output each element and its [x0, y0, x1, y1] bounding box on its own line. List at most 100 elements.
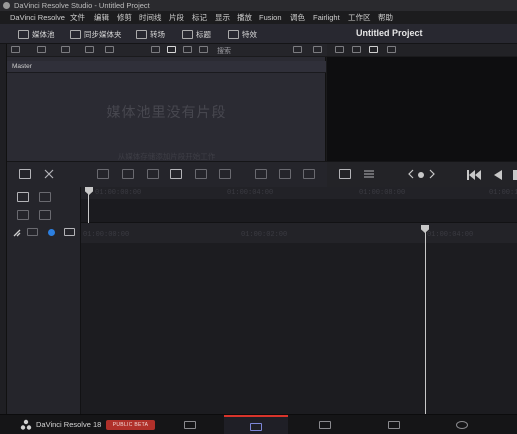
sync-bin-icon [70, 29, 81, 39]
go-to-start-icon[interactable] [467, 170, 481, 182]
media-pool-label: 媒体池 [32, 29, 55, 39]
insert-clip-icon[interactable] [97, 169, 109, 179]
media-pool-toolbar: 搜索 [7, 44, 327, 56]
fusion-page-icon [388, 421, 400, 429]
lock-track-icon[interactable] [39, 210, 51, 220]
menu-trim[interactable]: 修剪 [117, 11, 132, 24]
menu-edit[interactable]: 编辑 [94, 11, 109, 24]
place-on-top-icon[interactable] [195, 169, 207, 179]
sync-bin-button[interactable]: 同步媒体夹 [70, 27, 122, 41]
search-label[interactable]: 搜索 [217, 46, 231, 56]
timecode-label: 01:00:02:00 [241, 231, 288, 239]
link-clips-icon[interactable] [17, 210, 29, 220]
replace-clip-icon[interactable] [147, 169, 159, 179]
timeline-options-icon[interactable] [19, 169, 31, 179]
next-marker-icon[interactable] [428, 169, 436, 181]
timeline-detail-tracks[interactable] [81, 243, 517, 414]
ripple-overwrite-icon[interactable] [219, 169, 231, 179]
timecode-label: 01:00:00:00 [95, 189, 142, 197]
viewer-mode-icon[interactable] [335, 46, 344, 53]
viewer-options-icon[interactable] [387, 46, 396, 53]
detail-playhead[interactable] [425, 231, 426, 414]
append-icon[interactable] [279, 169, 291, 179]
menu-clip[interactable]: 片段 [169, 11, 184, 24]
bin-list-icon[interactable] [37, 46, 46, 53]
tab-media[interactable] [158, 415, 222, 434]
menu-file[interactable]: 文件 [70, 11, 85, 24]
edit-page-icon [319, 421, 331, 429]
main-toolbar: 媒体池 同步媒体夹 转场 标题 特效 Untitled Project [0, 24, 517, 44]
previous-marker-icon[interactable] [407, 169, 415, 181]
auto-select-icon[interactable] [39, 192, 51, 202]
bin-header[interactable]: Master [7, 61, 326, 73]
titles-label: 标题 [196, 29, 211, 39]
menu-mark[interactable]: 标记 [192, 11, 207, 24]
options-icon[interactable] [313, 46, 322, 53]
playback-mode-icon[interactable] [339, 169, 351, 179]
menu-view[interactable]: 显示 [215, 11, 230, 24]
window-title: DaVinci Resolve Studio - Untitled Projec… [14, 1, 150, 10]
media-pool-button[interactable]: 媒体池 [18, 27, 55, 41]
smart-bin-icon[interactable] [85, 46, 94, 53]
thumbnail-view-icon[interactable] [167, 46, 176, 53]
menu-playback[interactable]: 播放 [237, 11, 252, 24]
timeline-detail-ruler[interactable]: 01:00:00:00 01:00:02:00 01:00:04:00 [81, 223, 517, 243]
fit-to-fill-icon[interactable] [170, 169, 182, 179]
timecode-label: 01:00:04:00 [227, 189, 274, 197]
sync-bin-label: 同步媒体夹 [84, 29, 122, 39]
menu-workspace[interactable]: 工作区 [348, 11, 371, 24]
menu-help[interactable]: 帮助 [378, 11, 393, 24]
snapping-icon[interactable] [12, 228, 22, 240]
edit-controls-strip [7, 161, 327, 187]
filmstrip-view-icon[interactable] [183, 46, 192, 53]
timecode-label: 01:00:08:00 [359, 189, 406, 197]
power-bin-icon[interactable] [105, 46, 114, 53]
viewer-fullscreen-icon[interactable] [369, 46, 378, 53]
close-up-icon[interactable] [255, 169, 267, 179]
transitions-button[interactable]: 转场 [136, 27, 165, 41]
sort-icon[interactable] [293, 46, 302, 53]
public-beta-badge: PUBLIC BETA [106, 420, 155, 430]
timeline-track-header [7, 187, 81, 414]
viewer-toolbar [327, 44, 517, 56]
play-reverse-icon[interactable] [494, 170, 503, 182]
viewer-layout-icon[interactable] [352, 46, 361, 53]
settings-list-icon[interactable] [363, 169, 375, 179]
tab-cut[interactable] [224, 415, 288, 434]
timeline-overview-ruler[interactable]: 01:00:00:00 01:00:04:00 01:00:08:00 01:0… [81, 187, 517, 199]
menu-timeline[interactable]: 时间线 [139, 11, 162, 24]
menu-color[interactable]: 调色 [290, 11, 305, 24]
linked-selection-icon[interactable] [27, 228, 38, 236]
effects-button[interactable]: 特效 [228, 27, 257, 41]
left-edge-strip [0, 44, 7, 414]
marker-color-icon[interactable] [64, 228, 75, 236]
titles-button[interactable]: 标题 [182, 27, 211, 41]
project-title: Untitled Project [356, 28, 423, 38]
tab-edit[interactable] [293, 415, 357, 434]
metadata-view-icon[interactable] [151, 46, 160, 53]
media-pool-panel: Master 媒体池里没有片段 从媒体存储添加片段开始工作 [7, 57, 326, 161]
menu-davinci-resolve[interactable]: DaVinci Resolve [10, 11, 65, 24]
flag-color-icon[interactable] [48, 229, 55, 236]
list-view-icon[interactable] [199, 46, 208, 53]
tab-fusion[interactable] [362, 415, 426, 434]
menu-fusion[interactable]: Fusion [259, 11, 282, 24]
timeline-overview-tracks[interactable] [81, 199, 517, 223]
viewer-panel[interactable] [327, 57, 517, 161]
marker-dot-icon[interactable] [418, 172, 424, 178]
tab-color[interactable] [430, 415, 494, 434]
transport-controls [327, 161, 517, 187]
track-destination-icon[interactable] [17, 192, 29, 202]
source-overwrite-icon[interactable] [303, 169, 315, 179]
stop-icon[interactable] [513, 170, 517, 180]
overview-playhead[interactable] [88, 193, 89, 223]
menu-fairlight[interactable]: Fairlight [313, 11, 340, 24]
overwrite-clip-icon[interactable] [122, 169, 134, 179]
razor-icon[interactable] [43, 169, 55, 179]
panel-toggle-icon[interactable] [11, 46, 20, 53]
bin-view-icon[interactable] [61, 46, 70, 53]
effects-label: 特效 [242, 29, 257, 39]
app-icon [3, 2, 10, 9]
page-navigation-bar: DaVinci Resolve 18 PUBLIC BETA [0, 414, 517, 434]
cut-page-icon [250, 423, 262, 431]
